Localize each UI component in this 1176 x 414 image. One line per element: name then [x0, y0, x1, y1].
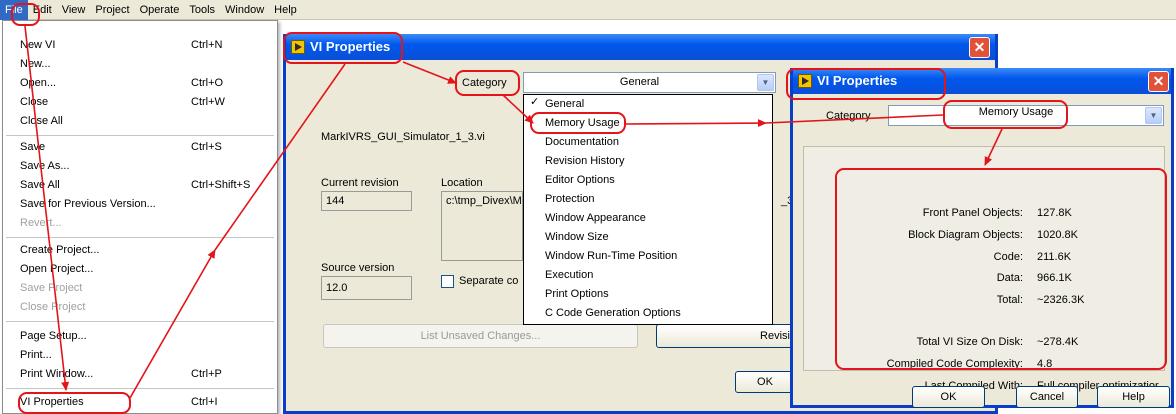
menu-project[interactable]: Project [90, 0, 134, 20]
menu-item-new-vi[interactable]: New VI Ctrl+N [3, 36, 277, 55]
category-option-print-options[interactable]: Print Options [524, 285, 772, 304]
menu-item-shortcut: Ctrl+S [191, 141, 222, 153]
menu-item-label: Save Project [20, 282, 83, 294]
menu-item-label: New VI [20, 39, 56, 51]
menu-item-shortcut: Ctrl+O [191, 77, 224, 89]
menu-separator [6, 388, 274, 389]
menu-item-label: Save for Previous Version... [20, 198, 156, 210]
source-version-field: 12.0 [321, 276, 412, 300]
menu-separator [6, 237, 274, 238]
menu-item-label: Open... [20, 77, 57, 89]
file-menu: New VI Ctrl+N New... Open... Ctrl+O Close C… [2, 20, 278, 414]
menu-help[interactable]: Help [269, 0, 302, 20]
close-icon[interactable]: ✕ [969, 37, 990, 58]
category-option-c-code-generation[interactable]: C Code Generation Options [524, 304, 772, 323]
menu-item-close-project: Close Project [3, 298, 277, 317]
separate-compiled-checkbox[interactable] [441, 275, 454, 288]
menu-item-shortcut: Ctrl+W [191, 96, 225, 108]
annotation-vi-properties-item [18, 392, 131, 414]
annotation-memory-usage-option [530, 112, 626, 134]
menu-item-create-project[interactable]: Create Project... [3, 241, 277, 260]
help-button[interactable]: Help [1097, 386, 1170, 408]
current-revision-field: 144 [321, 191, 412, 211]
category-value: General [619, 76, 660, 88]
menu-item-save[interactable]: Save Ctrl+S [3, 138, 277, 157]
vi-name: MarkIVRS_GUI_Simulator_1_3.vi [321, 131, 485, 143]
menu-item-label: Page Setup... [20, 330, 87, 342]
category-option-window-appearance[interactable]: Window Appearance [524, 209, 772, 228]
menu-item-label: Create Project... [20, 244, 100, 256]
annotation-category-label [455, 70, 520, 96]
menu-item-label: Open Project... [20, 263, 94, 275]
menu-item-label: Revert... [20, 217, 62, 229]
menu-item-page-setup[interactable]: Page Setup... [3, 327, 277, 346]
menu-item-label: Save All [20, 179, 60, 191]
menu-item-label: Close All [20, 115, 63, 127]
menu-item-label: Close [20, 96, 49, 108]
menu-item-shortcut: Ctrl+P [191, 368, 222, 380]
menu-operate[interactable]: Operate [135, 0, 185, 20]
menu-item-revert: Revert... [3, 214, 277, 233]
menu-item-shortcut: Ctrl+Shift+S [191, 179, 251, 191]
menu-item-label: Save [20, 141, 46, 153]
close-icon[interactable]: ✕ [1148, 71, 1169, 92]
category-option-protection[interactable]: Protection [524, 190, 772, 209]
menu-item-close-all[interactable]: Close All [3, 112, 277, 131]
menu-item-save-all[interactable]: Save All Ctrl+Shift+S [3, 176, 277, 195]
category-label: Category [826, 110, 871, 122]
cancel-button[interactable]: Cancel [1016, 386, 1078, 408]
menu-item-label: Save As... [20, 160, 70, 172]
category-option-window-size[interactable]: Window Size [524, 228, 772, 247]
menu-item-close[interactable]: Close Ctrl+W [3, 93, 277, 112]
menu-item-new[interactable]: New... [3, 55, 277, 74]
current-revision-label: Current revision [321, 177, 399, 189]
revision-history-button[interactable]: Revisi [656, 324, 794, 348]
list-unsaved-changes-button[interactable]: List Unsaved Changes... [323, 324, 638, 348]
category-option-window-run-time-position[interactable]: Window Run-Time Position [524, 247, 772, 266]
menu-item-open[interactable]: Open... Ctrl+O [3, 74, 277, 93]
annotation-dialog-title [283, 32, 403, 64]
menu-item-print-window[interactable]: Print Window... Ctrl+P [3, 365, 277, 384]
annotation-memory-usage-value [943, 100, 1068, 129]
menu-item-save-previous[interactable]: Save for Previous Version... [3, 195, 277, 214]
ok-button[interactable]: OK [912, 386, 985, 408]
menu-item-shortcut: Ctrl+N [191, 39, 223, 51]
menu-item-label: New... [20, 58, 51, 70]
location-label: Location [441, 177, 483, 189]
menu-separator [6, 321, 274, 322]
chevron-down-icon[interactable]: ▼ [757, 74, 774, 91]
ok-button[interactable]: OK [735, 371, 795, 393]
menu-tools[interactable]: Tools [184, 0, 220, 20]
category-option-execution[interactable]: Execution [524, 266, 772, 285]
menubar: File Edit View Project Operate Tools Win… [0, 0, 1176, 20]
annotation-file-menu [11, 3, 40, 26]
source-version-label: Source version [321, 262, 395, 274]
annotation-dialog2-title [786, 68, 946, 100]
menu-view[interactable]: View [57, 0, 91, 20]
menu-item-label: Close Project [20, 301, 86, 313]
menu-item-label: Print Window... [20, 368, 94, 380]
category-option-editor-options[interactable]: Editor Options [524, 171, 772, 190]
menu-item-print[interactable]: Print... [3, 346, 277, 365]
separate-compiled-label: Separate co [459, 275, 519, 287]
menu-item-save-project: Save Project [3, 279, 277, 298]
chevron-down-icon[interactable]: ▼ [1145, 107, 1162, 124]
category-option-revision-history[interactable]: Revision History [524, 152, 772, 171]
location-field: c:\tmp_Divex\M [441, 191, 523, 261]
menu-window[interactable]: Window [220, 0, 269, 20]
category-select[interactable]: General ▼ [523, 72, 776, 93]
menu-item-open-project[interactable]: Open Project... [3, 260, 277, 279]
menu-item-label: Print... [20, 349, 52, 361]
menu-separator [6, 135, 274, 136]
annotation-memory-stats [835, 168, 1167, 370]
menu-item-save-as[interactable]: Save As... [3, 157, 277, 176]
category-option-documentation[interactable]: Documentation [524, 133, 772, 152]
menu-item-shortcut: Ctrl+I [191, 396, 218, 408]
